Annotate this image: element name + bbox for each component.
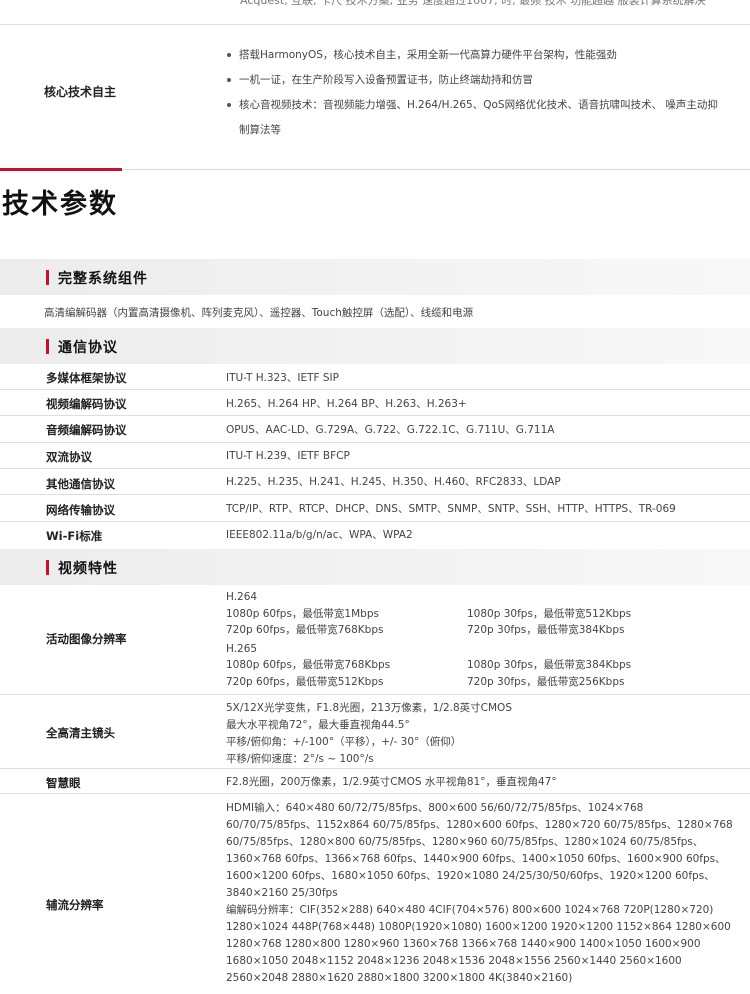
row-value: ITU-T H.323、IETF SIP [226, 372, 339, 384]
section-header-system: 完整系统组件 [0, 259, 750, 295]
row-key: 双流协议 [46, 450, 92, 464]
table-row: 全高清主镜头 5X/12X光学变焦，F1.8光圈，213万像素，1/2.8英寸C… [0, 695, 750, 769]
row-value: IEEE802.11a/b/g/n/ac、WPA、WPA2 [226, 529, 413, 541]
value-pair: 720p 60fps，最低带宽768Kbps 720p 30fps，最低带宽38… [226, 624, 625, 636]
row-key: Wi-Fi标准 [46, 529, 103, 543]
row-key: 网络传输协议 [46, 503, 115, 517]
table-row: 其他通信协议 H.225、H.235、H.241、H.245、H.350、H.4… [0, 469, 750, 495]
codec-label: H.265 [226, 642, 258, 655]
section-title: 视频特性 [58, 561, 118, 577]
row-value: F2.8光圈，200万像素，1/2.9英寸CMOS 水平视角81°，垂直视角47… [226, 776, 557, 788]
table-row: 网络传输协议 TCP/IP、RTP、RTCP、DHCP、DNS、SMTP、SNM… [0, 495, 750, 522]
table-row: 多媒体框架协议 ITU-T H.323、IETF SIP [0, 364, 750, 390]
system-components-text: 高清编解码器（内置高清摄像机、阵列麦克风）、遥控器、Touch触控屏（选配）、线… [44, 307, 474, 319]
section-title: 通信协议 [58, 340, 118, 356]
top-cutoff-text: Acquest, 互联, 卡尺 技术方案, 业务 速度超过1007, 时, 最频… [0, 0, 750, 24]
codec-label: H.264 [226, 591, 258, 603]
row-key: 音频编解码协议 [46, 423, 127, 437]
section-marker [46, 560, 49, 575]
accent-line [0, 168, 122, 171]
table-row: 智慧眼 F2.8光圈，200万像素，1/2.9英寸CMOS 水平视角81°，垂直… [0, 769, 750, 794]
table-row: Wi-Fi标准 IEEE802.11a/b/g/n/ac、WPA、WPA2 [0, 522, 750, 549]
resolution-values: H.264 1080p 60fps，最低带宽1Mbps 1080p 30fps，… [226, 589, 736, 690]
row-value: TCP/IP、RTP、RTCP、DHCP、DNS、SMTP、SNMP、SNTP、… [226, 503, 676, 515]
table-row: 音频编解码协议 OPUS、AAC-LD、G.729A、G.722、G.722.1… [0, 416, 750, 443]
row-value: H.265、H.264 HP、H.264 BP、H.263、H.263+ [226, 398, 467, 410]
section-marker [46, 339, 49, 354]
row-value: HDMI输入：640×480 60/72/75/85fps、800×600 56… [226, 802, 733, 984]
row-value: 5X/12X光学变焦，F1.8光圈，213万像素，1/2.8英寸CMOS 最大水… [226, 702, 512, 765]
section-header-protocol: 通信协议 [0, 328, 750, 364]
page-title: 技术参数 [2, 189, 118, 220]
row-value: OPUS、AAC-LD、G.729A、G.722、G.722.1C、G.711U… [226, 424, 555, 436]
section-marker [46, 270, 49, 285]
row-value: H.225、H.235、H.241、H.245、H.350、H.460、RFC2… [226, 476, 561, 488]
bullet-continuation: 制算法等 [239, 124, 281, 136]
core-tech-bullet: 搭载HarmonyOS，核心技术自主，采用全新一代高算力硬件平台架构，性能强劲 [225, 43, 735, 68]
value-pair: 720p 60fps，最低带宽512Kbps 720p 30fps，最低带宽25… [226, 675, 625, 688]
core-tech-bullet: 一机一证，在生产阶段写入设备预置证书，防止终端劫持和仿冒 [225, 68, 735, 93]
core-tech-bullet: 核心音视频技术：音视频能力增强、H.264/H.265、QoS网络优化技术、语音… [225, 93, 735, 143]
table-row: 辅流分辨率 HDMI输入：640×480 60/72/75/85fps、800×… [0, 794, 750, 994]
row-key: 全高清主镜头 [46, 726, 115, 740]
divider [122, 169, 750, 170]
row-key: 辅流分辨率 [46, 898, 104, 912]
top-fragment: Acquest, 互联, 卡尺 技术方案, 业务 速度超过1007, 时, 最频… [240, 0, 706, 7]
row-key: 活动图像分辨率 [46, 632, 127, 646]
row-key: 视频编解码协议 [46, 397, 127, 411]
section-title: 完整系统组件 [58, 271, 148, 287]
table-row: 活动图像分辨率 H.264 1080p 60fps，最低带宽1Mbps 1080… [0, 585, 750, 695]
row-key: 多媒体框架协议 [46, 371, 127, 385]
row-value: ITU-T H.239、IETF BFCP [226, 450, 350, 462]
core-tech-section: 核心技术自主 搭载HarmonyOS，核心技术自主，采用全新一代高算力硬件平台架… [0, 25, 750, 165]
core-tech-list: 搭载HarmonyOS，核心技术自主，采用全新一代高算力硬件平台架构，性能强劲 … [225, 43, 735, 143]
row-key: 其他通信协议 [46, 477, 115, 491]
row-key: 智慧眼 [46, 776, 81, 790]
value-pair: 1080p 60fps，最低带宽768Kbps 1080p 30fps，最低带宽… [226, 659, 632, 671]
section-header-video: 视频特性 [0, 549, 750, 585]
core-tech-label: 核心技术自主 [44, 85, 117, 99]
table-row: 双流协议 ITU-T H.239、IETF BFCP [0, 443, 750, 469]
value-pair: 1080p 60fps，最低带宽1Mbps 1080p 30fps，最低带宽51… [226, 607, 632, 620]
table-row: 视频编解码协议 H.265、H.264 HP、H.264 BP、H.263、H.… [0, 390, 750, 416]
